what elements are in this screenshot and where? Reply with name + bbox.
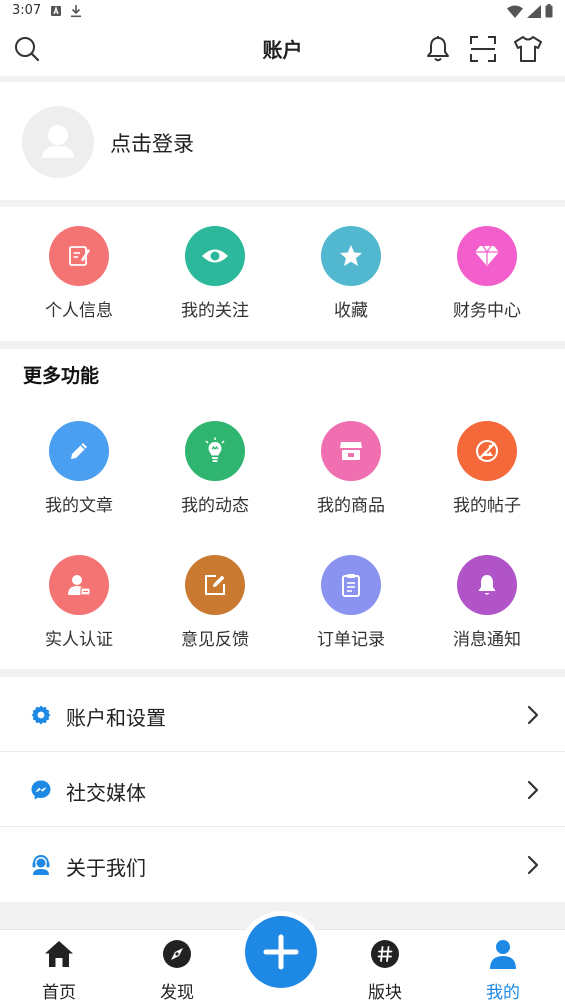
feature-my-articles[interactable]: 我的文章	[11, 421, 147, 521]
bell-icon	[427, 36, 449, 62]
feature-feedback[interactable]: 意见反馈	[147, 555, 283, 655]
feedback-icon	[185, 555, 245, 615]
no-image-icon	[457, 421, 517, 481]
tshirt-icon	[514, 36, 542, 62]
battery-icon	[545, 4, 553, 18]
list-item-social-media[interactable]: 社交媒体	[0, 752, 565, 827]
lightbulb-icon	[185, 421, 245, 481]
feature-notifications[interactable]: 消息通知	[419, 555, 555, 655]
wifi-icon	[507, 5, 523, 18]
signal-icon	[527, 4, 541, 18]
clipboard-icon	[321, 555, 381, 615]
features-row-2: 实人认证 意见反馈 订单记录 消息通知	[11, 555, 565, 655]
quick-finance[interactable]: 财务中心	[419, 226, 555, 326]
feature-label: 实人认证	[45, 630, 113, 650]
nav-label: 版块	[368, 983, 402, 1003]
feature-real-name-verification[interactable]: 实人认证	[11, 555, 147, 655]
nav-boards[interactable]: 版块	[345, 936, 425, 1003]
app-header: 账户	[0, 24, 565, 76]
list-item-account-settings[interactable]: 账户和设置	[0, 677, 565, 752]
compass-icon	[161, 938, 193, 970]
theme-button[interactable]	[513, 34, 543, 64]
profile-card[interactable]: 点击登录	[0, 82, 565, 200]
nav-home[interactable]: 首页	[19, 936, 99, 1003]
quick-label: 收藏	[334, 301, 368, 321]
feature-label: 意见反馈	[181, 630, 249, 650]
scan-icon	[470, 36, 496, 62]
nav-label: 发现	[160, 983, 194, 1003]
more-features: 更多功能 我的文章 我的动态 我的商品 我的帖子 实人认证 意见反馈 订单记录 …	[0, 349, 565, 669]
fab-circle	[245, 916, 317, 988]
feature-label: 消息通知	[453, 630, 521, 650]
list-item-about-us[interactable]: 关于我们	[0, 827, 565, 902]
feature-my-products[interactable]: 我的商品	[283, 421, 419, 521]
login-prompt[interactable]: 点击登录	[110, 128, 194, 158]
status-system-icons	[507, 4, 553, 18]
pencil-icon	[49, 421, 109, 481]
person-icon	[487, 938, 519, 970]
avatar[interactable]	[22, 106, 94, 178]
quick-actions-row: 个人信息 我的关注 收藏 财务中心	[11, 226, 565, 326]
quick-label: 我的关注	[181, 301, 249, 321]
quick-actions: 个人信息 我的关注 收藏 财务中心	[0, 207, 565, 341]
hashtag-icon	[369, 938, 401, 970]
support-agent-icon	[28, 852, 54, 878]
notifications-button[interactable]	[423, 34, 453, 64]
section-title: 更多功能	[23, 365, 100, 387]
quick-label: 个人信息	[45, 301, 113, 321]
feature-label: 我的文章	[45, 496, 113, 516]
list-item-label: 关于我们	[66, 856, 146, 880]
nav-mine[interactable]: 我的	[463, 936, 543, 1003]
feature-label: 我的商品	[317, 496, 385, 516]
eye-icon	[185, 226, 245, 286]
notification-a-icon	[51, 6, 61, 16]
gear-icon	[28, 702, 54, 728]
quick-label: 财务中心	[453, 301, 521, 321]
status-bar: 3:07	[0, 0, 565, 24]
id-badge-icon	[49, 555, 109, 615]
status-time: 3:07	[12, 3, 42, 18]
quick-personal-info[interactable]: 个人信息	[11, 226, 147, 326]
list-item-label: 账户和设置	[66, 706, 166, 730]
feature-my-posts[interactable]: 我的帖子	[419, 421, 555, 521]
feature-order-history[interactable]: 订单记录	[283, 555, 419, 655]
scan-button[interactable]	[468, 34, 498, 64]
home-icon	[43, 938, 75, 970]
settings-list: 账户和设置 社交媒体 关于我们	[0, 677, 565, 902]
feature-label: 我的帖子	[453, 496, 521, 516]
store-icon	[321, 421, 381, 481]
nav-label: 首页	[42, 983, 76, 1003]
quick-following[interactable]: 我的关注	[147, 226, 283, 326]
chevron-right-icon	[527, 705, 539, 725]
edit-note-icon	[49, 226, 109, 286]
chevron-right-icon	[527, 855, 539, 875]
nav-discover[interactable]: 发现	[137, 936, 217, 1003]
default-avatar-icon	[42, 125, 74, 158]
status-notifications	[50, 4, 82, 18]
nav-label: 我的	[486, 983, 520, 1003]
bell-icon	[457, 555, 517, 615]
diamond-icon	[457, 226, 517, 286]
features-row-1: 我的文章 我的动态 我的商品 我的帖子	[11, 421, 565, 521]
feature-label: 我的动态	[181, 496, 249, 516]
create-post-button[interactable]	[240, 911, 322, 993]
messenger-icon	[28, 777, 54, 803]
star-icon	[321, 226, 381, 286]
list-item-label: 社交媒体	[66, 781, 146, 805]
feature-my-moments[interactable]: 我的动态	[147, 421, 283, 521]
feature-label: 订单记录	[317, 630, 385, 650]
download-icon	[71, 5, 81, 18]
quick-favorites[interactable]: 收藏	[283, 226, 419, 326]
chevron-right-icon	[527, 780, 539, 800]
plus-icon	[263, 934, 299, 970]
